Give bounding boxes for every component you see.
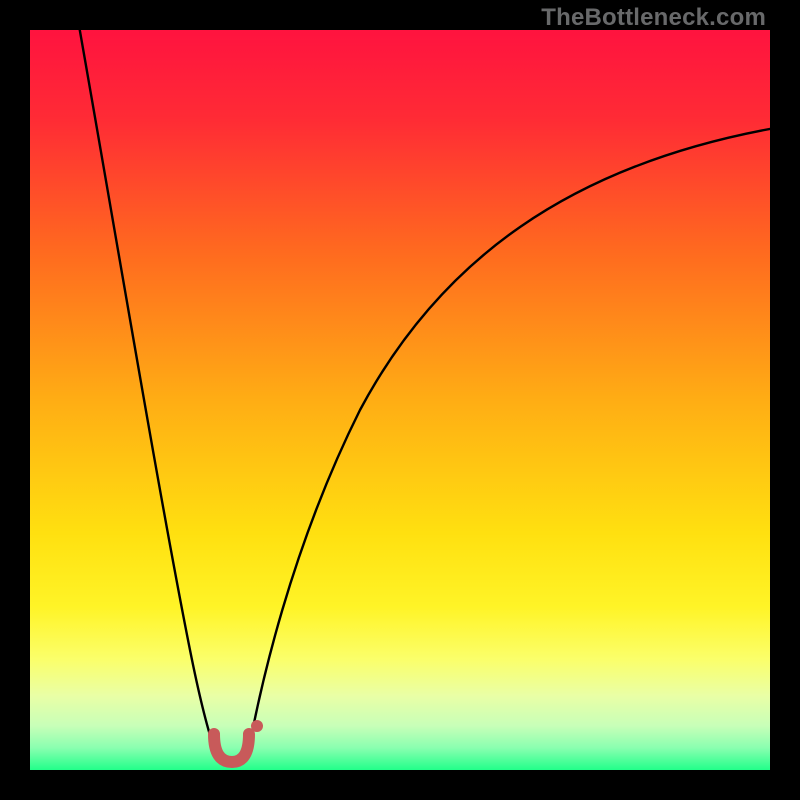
valley-dot [251, 720, 263, 732]
watermark-text: TheBottleneck.com [541, 4, 766, 32]
curve-right [249, 128, 770, 748]
chart-frame: TheBottleneck.com [0, 0, 800, 800]
bottleneck-curves [30, 30, 770, 770]
curve-left [78, 30, 214, 748]
plot-area [30, 30, 770, 770]
valley-u-marker [214, 734, 249, 762]
